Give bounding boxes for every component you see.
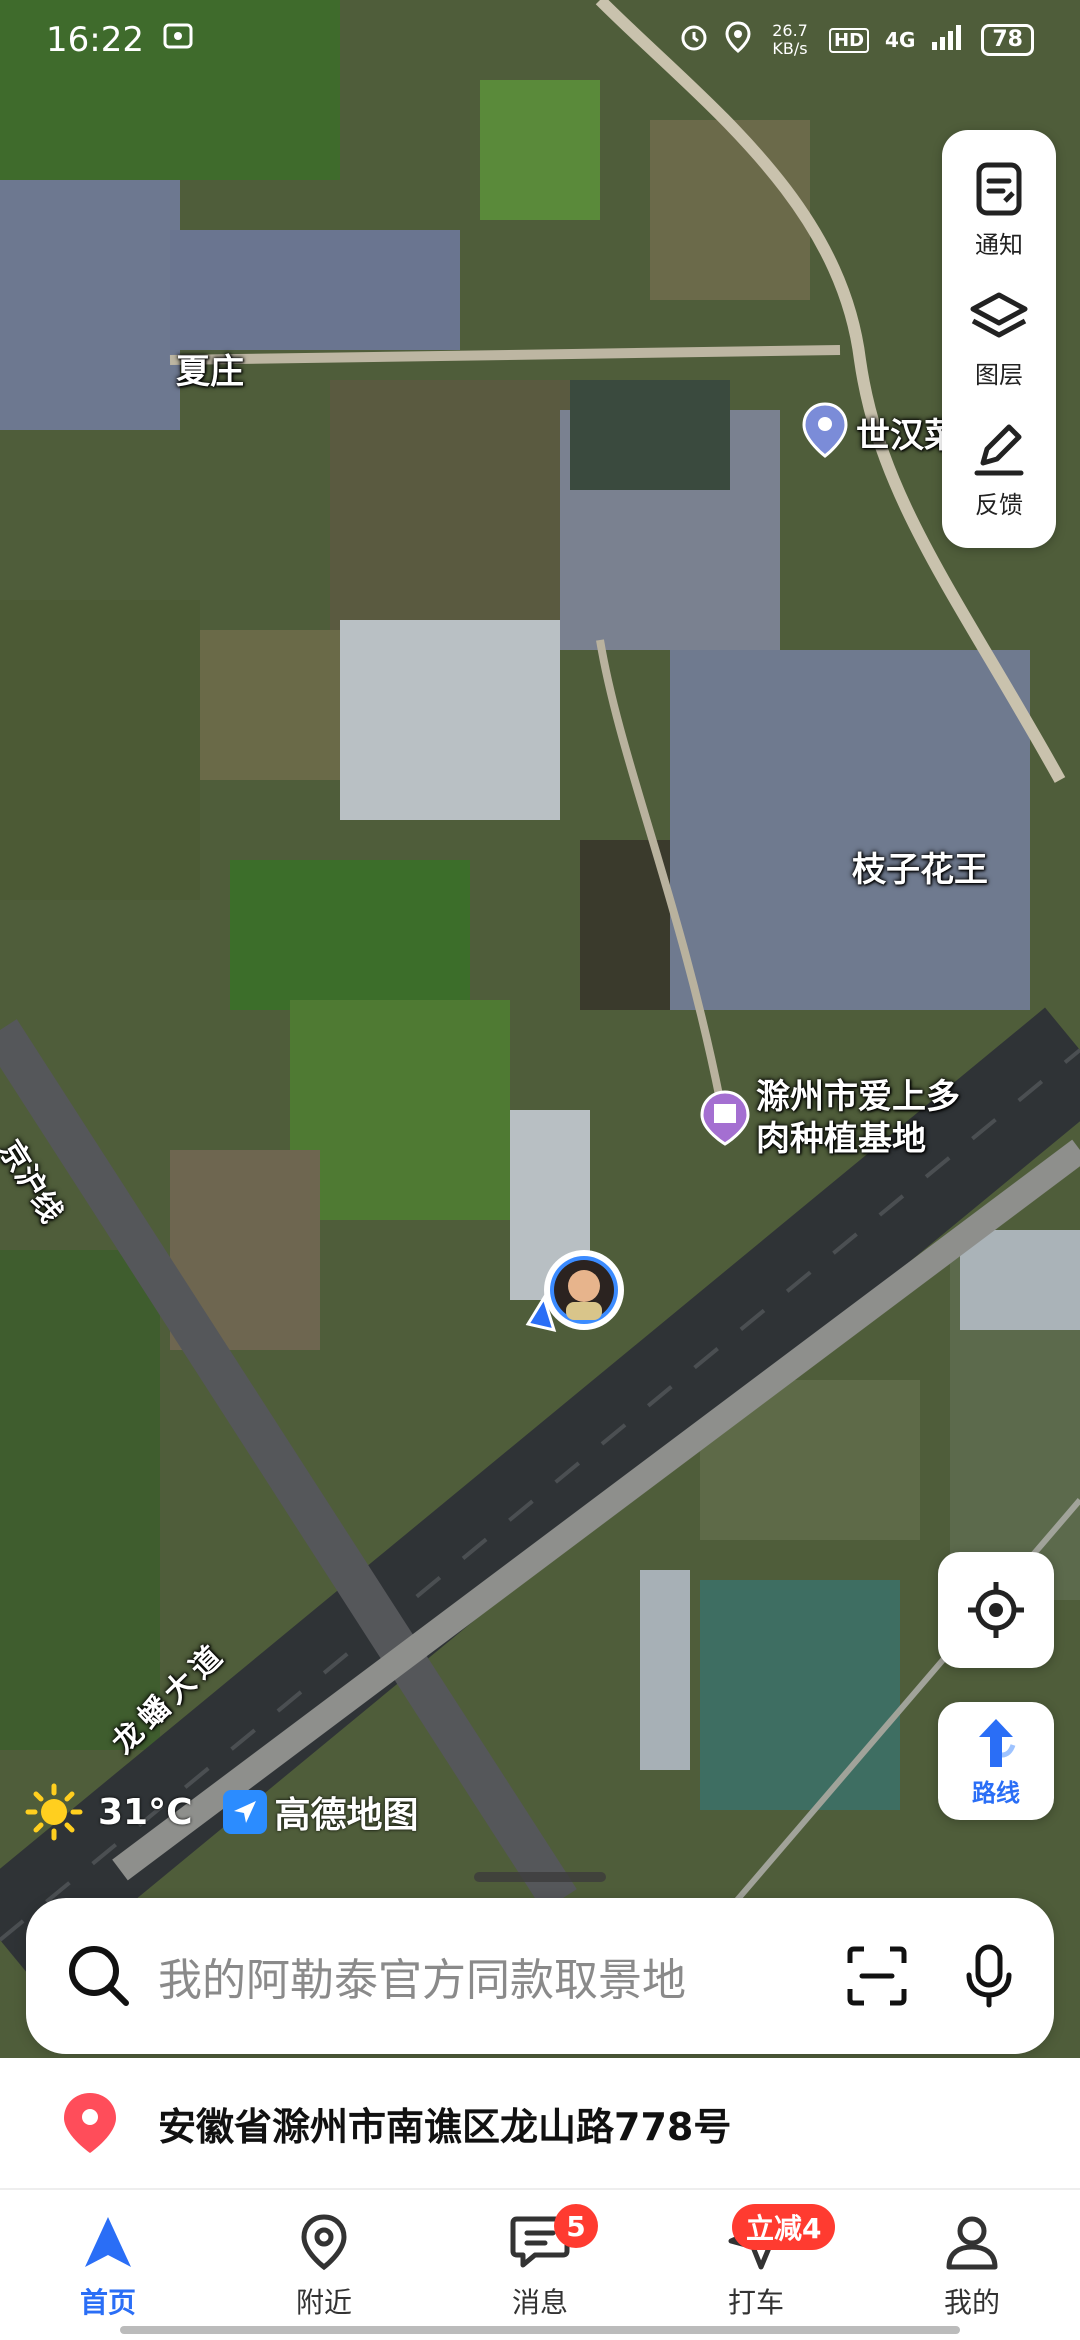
signal-bars-icon	[931, 24, 965, 56]
tab-label-nearby: 附近	[295, 2286, 352, 2319]
weather-widget[interactable]: 31°C 高德地图	[24, 1782, 419, 1842]
home-indicator[interactable]	[120, 2326, 960, 2334]
tab-profile[interactable]: 我的	[864, 2194, 1080, 2340]
status-bar: 16:22 26.7 KB/s HD 4G 78	[0, 0, 1080, 80]
route-button[interactable]: 路线	[938, 1702, 1054, 1820]
person-icon	[946, 2216, 998, 2270]
tool-label-notification: 通知	[975, 230, 1023, 259]
status-time: 16:22	[46, 20, 144, 60]
amap-logo-icon	[222, 1790, 267, 1834]
sheet-drag-handle[interactable]	[474, 1872, 606, 1882]
tab-home[interactable]: 首页	[0, 2194, 216, 2340]
amap-logo: 高德地图	[222, 1786, 419, 1838]
notification-button[interactable]: 通知	[969, 159, 1029, 260]
tab-taxi[interactable]: 打车 立减4	[648, 2194, 864, 2340]
tool-label-layers: 图层	[975, 360, 1023, 389]
tab-label-messages: 消息	[511, 2286, 568, 2319]
tab-label-profile: 我的	[943, 2286, 1000, 2319]
location-pin-icon	[64, 2093, 116, 2153]
map-tool-panel: 通知 图层 反馈	[942, 130, 1056, 548]
search-bar[interactable]: 我的阿勒泰官方同款取景地	[26, 1898, 1054, 2054]
place-label-line1: 滁州市爱上多	[756, 1077, 960, 1117]
feedback-button[interactable]: 反馈	[969, 419, 1029, 520]
net-speed: 26.7 KB/s	[772, 21, 808, 58]
tab-label-home: 首页	[79, 2286, 136, 2319]
satellite-map[interactable]: 夏庄 世汉菜场 枝子花王 滁州市爱上多 肉种植基地 京沪线 龙蟠大道	[0, 0, 1080, 2060]
locate-me-button[interactable]	[938, 1552, 1054, 1668]
place-label-xiazhuang[interactable]: 夏庄	[176, 344, 244, 393]
feedback-icon	[974, 424, 1024, 475]
place-label-zhizi[interactable]: 枝子花王	[852, 842, 988, 891]
tab-nearby[interactable]: 附近	[216, 2194, 432, 2340]
scan-icon[interactable]	[846, 1945, 908, 2007]
search-placeholder[interactable]: 我的阿勒泰官方同款取景地	[158, 1944, 846, 2008]
current-address: 安徽省滁州市南谯区龙山路778号	[158, 2104, 732, 2149]
tool-label-feedback: 反馈	[975, 490, 1023, 519]
microphone-icon[interactable]	[964, 1943, 1014, 2009]
place-label-planting-base[interactable]: 滁州市爱上多 肉种植基地	[756, 1076, 960, 1160]
weather-temp: 31°C	[98, 1791, 193, 1833]
hd-badge: HD	[829, 27, 870, 53]
amap-logo-text: 高德地图	[274, 1795, 419, 1836]
pin-icon	[301, 2214, 347, 2271]
layers-icon	[970, 292, 1028, 337]
notification-icon	[976, 162, 1022, 215]
taxi-promo-badge: 立减4	[732, 2204, 836, 2250]
route-label: 路线	[972, 1778, 1020, 1807]
alarm-icon	[679, 22, 709, 58]
map-imagery	[0, 0, 1080, 2060]
crosshair-icon	[968, 1582, 1024, 1638]
current-address-row[interactable]: 安徽省滁州市南谯区龙山路778号	[0, 2058, 1080, 2190]
layers-button[interactable]: 图层	[967, 289, 1031, 390]
signal-label: 4G	[885, 28, 916, 52]
tab-messages[interactable]: 消息 5	[432, 2194, 648, 2340]
home-arrow-icon	[85, 2217, 131, 2267]
tab-label-taxi: 打车	[727, 2286, 784, 2319]
battery-indicator: 78	[981, 24, 1034, 56]
bottom-tab-bar: 首页 附近 消息 5 打车 立减4 我的	[0, 2194, 1080, 2340]
sun-icon	[25, 1783, 83, 1841]
bottom-sheet: 安徽省滁州市南谯区龙山路778号 首页 附近 消息 5 打车 立减4 我的	[0, 2058, 1080, 2340]
place-label-line2: 肉种植基地	[756, 1119, 926, 1159]
search-icon	[69, 1946, 129, 2006]
route-arrow-icon	[979, 1718, 1016, 1767]
messages-badge: 5	[554, 2204, 598, 2248]
app-notification-icon	[162, 20, 194, 60]
location-status-icon	[725, 21, 751, 59]
